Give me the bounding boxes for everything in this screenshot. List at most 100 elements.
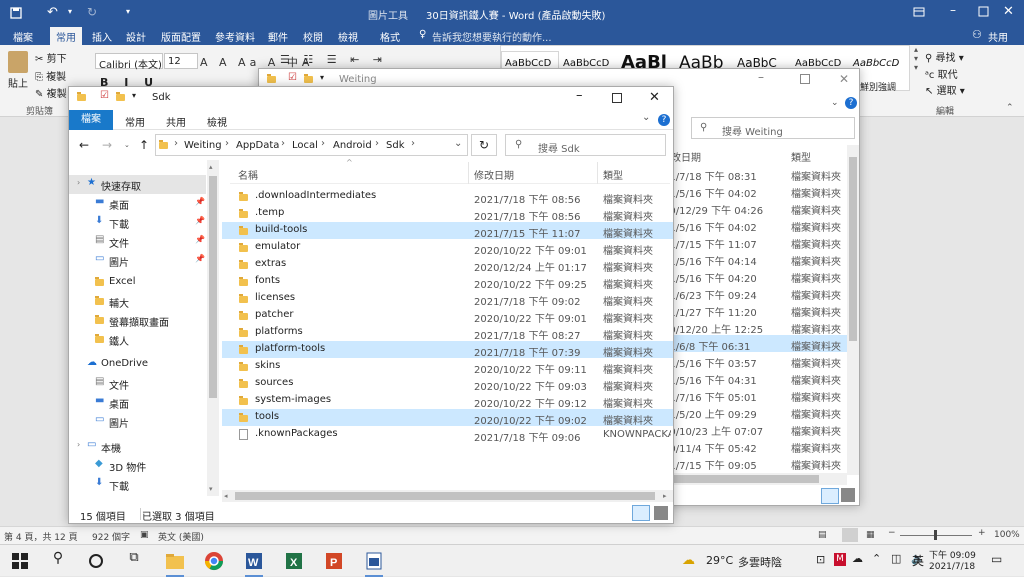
- qat-dropdown-icon[interactable]: ▾: [132, 91, 136, 100]
- details-view-icon[interactable]: [821, 488, 839, 504]
- read-mode-icon[interactable]: ▤: [818, 530, 827, 540]
- network-icon[interactable]: ◫: [891, 552, 901, 565]
- qat-dropdown-icon[interactable]: ▾: [320, 73, 324, 82]
- zoom-level[interactable]: 100%: [994, 530, 1020, 540]
- file-row[interactable]: .downloadIntermediates 2021/7/18 下午 08:56…: [222, 188, 673, 206]
- find-button[interactable]: ⚲ 尋找 ▾: [925, 49, 964, 64]
- sidebar-item[interactable]: ▤文件: [69, 493, 206, 496]
- minimize-icon[interactable]: –: [758, 70, 764, 84]
- sidebar-item[interactable]: ▬ 桌面: [69, 393, 206, 412]
- styles-scroll[interactable]: ▴ ▾ ▾: [910, 45, 922, 91]
- font-name-box[interactable]: Calibri (本文): [95, 53, 163, 71]
- undo-icon[interactable]: ↶: [47, 5, 58, 20]
- save-icon[interactable]: [10, 7, 22, 19]
- tab-file[interactable]: 檔案: [69, 110, 113, 130]
- cortana-icon[interactable]: [85, 550, 107, 572]
- proofing-icon[interactable]: ▣: [140, 530, 149, 540]
- search-icon[interactable]: ⚲: [47, 550, 69, 572]
- file-row[interactable]: fonts 2020/10/22 下午 09:25 檔案資料夾: [222, 273, 673, 291]
- paste-button[interactable]: 貼上: [8, 75, 28, 90]
- print-layout-icon[interactable]: [842, 528, 858, 542]
- nav-scrollbar[interactable]: ▴ ▾: [207, 160, 219, 496]
- chrome-icon[interactable]: [203, 550, 225, 572]
- sdk-hscroll-thumb[interactable]: [235, 492, 655, 500]
- up-button[interactable]: ↑: [139, 138, 149, 152]
- breadcrumb-local[interactable]: Local: [292, 140, 318, 151]
- sidebar-item[interactable]: ▬ 桌面 📌: [69, 194, 206, 213]
- column-type[interactable]: 類型: [791, 149, 811, 164]
- undo-dropdown-icon[interactable]: ▾: [68, 7, 72, 16]
- sidebar-item[interactable]: 輔大: [69, 292, 206, 311]
- tab-mailings[interactable]: 郵件: [268, 29, 288, 44]
- close-icon[interactable]: ✕: [649, 90, 660, 105]
- windows-start-icon[interactable]: [9, 550, 31, 572]
- file-row[interactable]: .knownPackages 2021/7/18 下午 09:06 KNOWNPAC…: [222, 426, 673, 444]
- customize-qat-icon[interactable]: ▾: [126, 7, 130, 16]
- tab-share[interactable]: 共用: [166, 114, 186, 129]
- language[interactable]: 英文 (美國): [158, 530, 204, 543]
- file-row[interactable]: .temp 2021/7/18 下午 08:56 檔案資料夾: [222, 205, 673, 223]
- font-size-box[interactable]: 12: [164, 53, 198, 69]
- file-row[interactable]: tools 2020/10/22 下午 09:02 檔案資料夾: [222, 409, 673, 427]
- action-center-icon[interactable]: ▭: [991, 552, 1002, 566]
- expand-chevron-icon[interactable]: ›: [77, 178, 80, 187]
- redo-icon[interactable]: ↻: [87, 5, 97, 19]
- file-row[interactable]: system-images 2020/10/22 下午 09:12 檔案資料夾: [222, 392, 673, 410]
- tab-file[interactable]: 檔案: [13, 29, 33, 44]
- breadcrumb-weiting[interactable]: Weiting: [184, 140, 222, 151]
- paragraph-icons[interactable]: ☰ ☷ ☰ ⇤ ⇥: [280, 53, 387, 66]
- file-row[interactable]: platform-tools 2021/7/18 下午 07:39 檔案資料夾: [222, 341, 673, 359]
- zoom-slider-thumb[interactable]: [934, 530, 937, 540]
- file-row[interactable]: patcher 2020/10/22 下午 09:01 檔案資料夾: [222, 307, 673, 325]
- help-icon[interactable]: ?: [845, 97, 857, 109]
- powerpoint-taskbar-icon[interactable]: P: [323, 550, 345, 572]
- sidebar-item[interactable]: 螢幕擷取畫面: [69, 311, 206, 330]
- column-name[interactable]: 名稱: [238, 167, 258, 182]
- share-button[interactable]: 共用: [988, 29, 1008, 44]
- nav-scroll-thumb[interactable]: [209, 176, 217, 398]
- tab-insert[interactable]: 插入: [92, 29, 112, 44]
- refresh-button[interactable]: ↻: [471, 134, 497, 156]
- column-modified[interactable]: 修改日期: [474, 167, 514, 182]
- properties-icon[interactable]: ☑: [288, 72, 297, 83]
- sidebar-item[interactable]: › ★ 快速存取: [69, 175, 206, 194]
- file-row[interactable]: skins 2020/10/22 下午 09:11 檔案資料夾: [222, 358, 673, 376]
- cloud-tray-icon[interactable]: ☁: [852, 552, 863, 565]
- forward-button[interactable]: →: [102, 138, 112, 152]
- sidebar-item[interactable]: ⬇ 下載 📌: [69, 213, 206, 232]
- copy-button[interactable]: ⎘ 複製: [35, 68, 66, 83]
- sdk-search-box[interactable]: ⚲ 搜尋 Sdk: [505, 134, 666, 156]
- replace-button[interactable]: ᵃc 取代: [925, 66, 958, 81]
- word-count[interactable]: 922 個字: [92, 530, 130, 543]
- weiting-scroll-thumb[interactable]: [849, 157, 857, 341]
- sidebar-item[interactable]: ▭ 圖片 📌: [69, 251, 206, 270]
- tab-review[interactable]: 校閱: [303, 29, 323, 44]
- breadcrumb-appdata[interactable]: AppData: [236, 140, 279, 151]
- maximize-icon[interactable]: [612, 93, 622, 103]
- column-modified[interactable]: 改日期: [671, 149, 701, 164]
- tab-home[interactable]: 常用: [50, 27, 82, 45]
- clock-time[interactable]: 下午 09:09: [929, 548, 976, 561]
- sidebar-item[interactable]: ▤文件: [69, 374, 206, 393]
- web-layout-icon[interactable]: ▦: [866, 530, 875, 540]
- back-button[interactable]: ←: [79, 138, 89, 152]
- large-icons-view-icon[interactable]: [841, 488, 855, 502]
- tab-design[interactable]: 設計: [126, 29, 146, 44]
- column-divider[interactable]: [597, 162, 598, 184]
- expand-chevron-icon[interactable]: ›: [77, 440, 80, 449]
- file-row[interactable]: sources 2020/10/22 下午 09:03 檔案資料夾: [222, 375, 673, 393]
- tab-format[interactable]: 格式: [380, 29, 400, 44]
- tab-home[interactable]: 常用: [125, 114, 145, 129]
- tell-me-box[interactable]: 告訴我您想要執行的動作...: [432, 29, 552, 44]
- breadcrumb-android[interactable]: Android: [333, 140, 372, 151]
- minimize-icon[interactable]: –: [576, 88, 583, 103]
- page-count[interactable]: 第 4 頁，共 12 頁: [4, 530, 78, 543]
- collapse-ribbon-icon[interactable]: ⌃: [1006, 103, 1014, 113]
- sidebar-item[interactable]: ⬇ 下載: [69, 475, 206, 494]
- file-row[interactable]: extras 2020/12/24 上午 01:17 檔案資料夾: [222, 256, 673, 274]
- clock-date[interactable]: 2021/7/18: [929, 562, 975, 572]
- file-row[interactable]: emulator 2020/10/22 下午 09:01 檔案資料夾: [222, 239, 673, 257]
- word-doc-taskbar-icon[interactable]: [363, 550, 385, 577]
- notification-icon[interactable]: ⊡: [816, 553, 825, 566]
- tab-references[interactable]: 參考資料: [215, 29, 255, 44]
